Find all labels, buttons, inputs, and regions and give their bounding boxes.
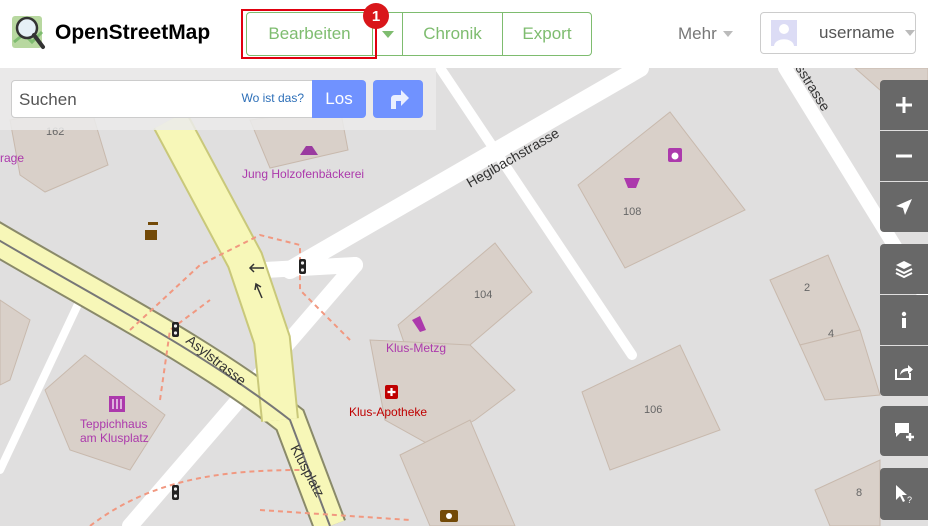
carpet-icon: [109, 396, 125, 412]
share-button[interactable]: [880, 346, 928, 396]
more-menu[interactable]: Mehr: [678, 24, 733, 44]
edit-button-group: Bearbeiten Chronik Export: [246, 12, 592, 56]
layers-icon: [895, 261, 913, 279]
search-panel: Suchen Wo ist das? Los: [0, 68, 436, 130]
where-is-this-link[interactable]: Wo ist das?: [242, 91, 304, 105]
label-butcher: Klus-Metzg: [386, 341, 446, 355]
map-info-button[interactable]: [880, 295, 928, 345]
export-button[interactable]: Export: [503, 13, 591, 55]
more-label: Mehr: [678, 24, 717, 43]
query-icon: ?: [896, 485, 912, 504]
chevron-down-icon: [904, 30, 915, 36]
house-number: 8: [856, 487, 862, 499]
search-input[interactable]: Suchen Wo ist das?: [11, 80, 313, 118]
info-icon: [901, 311, 907, 328]
username-label: username: [819, 23, 895, 42]
label-bakery: Jung Holzofenbäckerei: [242, 167, 364, 181]
search-placeholder: Suchen: [19, 90, 77, 109]
chevron-down-icon: [722, 31, 733, 37]
annotation-badge: 1: [363, 3, 389, 29]
label-garage: rage: [0, 151, 24, 165]
laundry-icon: [668, 148, 682, 162]
brand-name[interactable]: OpenStreetMap: [55, 21, 210, 45]
add-note-button[interactable]: [880, 406, 928, 456]
zoom-out-icon: [896, 154, 912, 158]
query-features-button[interactable]: ?: [880, 468, 928, 520]
house-number: 108: [623, 206, 641, 218]
locate-button[interactable]: [880, 182, 928, 232]
label-pharmacy: Klus-Apotheke: [349, 405, 427, 419]
label-carpet-1: Teppichhaus: [80, 417, 147, 431]
directions-icon: [391, 90, 409, 109]
zoom-in-icon: [896, 97, 912, 113]
label-carpet-2: am Klusplatz: [80, 431, 149, 445]
house-number: 2: [804, 282, 810, 294]
svg-text:?: ?: [907, 495, 912, 504]
house-number: 106: [644, 404, 662, 416]
share-icon: [895, 365, 913, 380]
chevron-down-icon: [381, 30, 394, 38]
osm-logo-icon[interactable]: [10, 12, 46, 52]
zoom-out-button[interactable]: [880, 131, 928, 181]
cinema-icon: [440, 510, 458, 522]
edit-button[interactable]: Bearbeiten: [247, 13, 373, 55]
top-navbar: OpenStreetMap Bearbeiten Chronik Export …: [0, 0, 928, 68]
locate-icon: [896, 199, 912, 215]
house-number: 104: [474, 289, 492, 301]
layers-button[interactable]: [880, 244, 928, 294]
pharmacy-icon: [385, 385, 398, 399]
user-menu[interactable]: username: [760, 12, 916, 54]
house-number: 4: [828, 328, 834, 340]
directions-button[interactable]: [373, 80, 423, 118]
search-go-button[interactable]: Los: [312, 80, 366, 118]
avatar-icon: [771, 20, 797, 46]
note-icon: [895, 423, 914, 441]
history-button[interactable]: Chronik: [403, 13, 503, 55]
zoom-in-button[interactable]: [880, 80, 928, 130]
